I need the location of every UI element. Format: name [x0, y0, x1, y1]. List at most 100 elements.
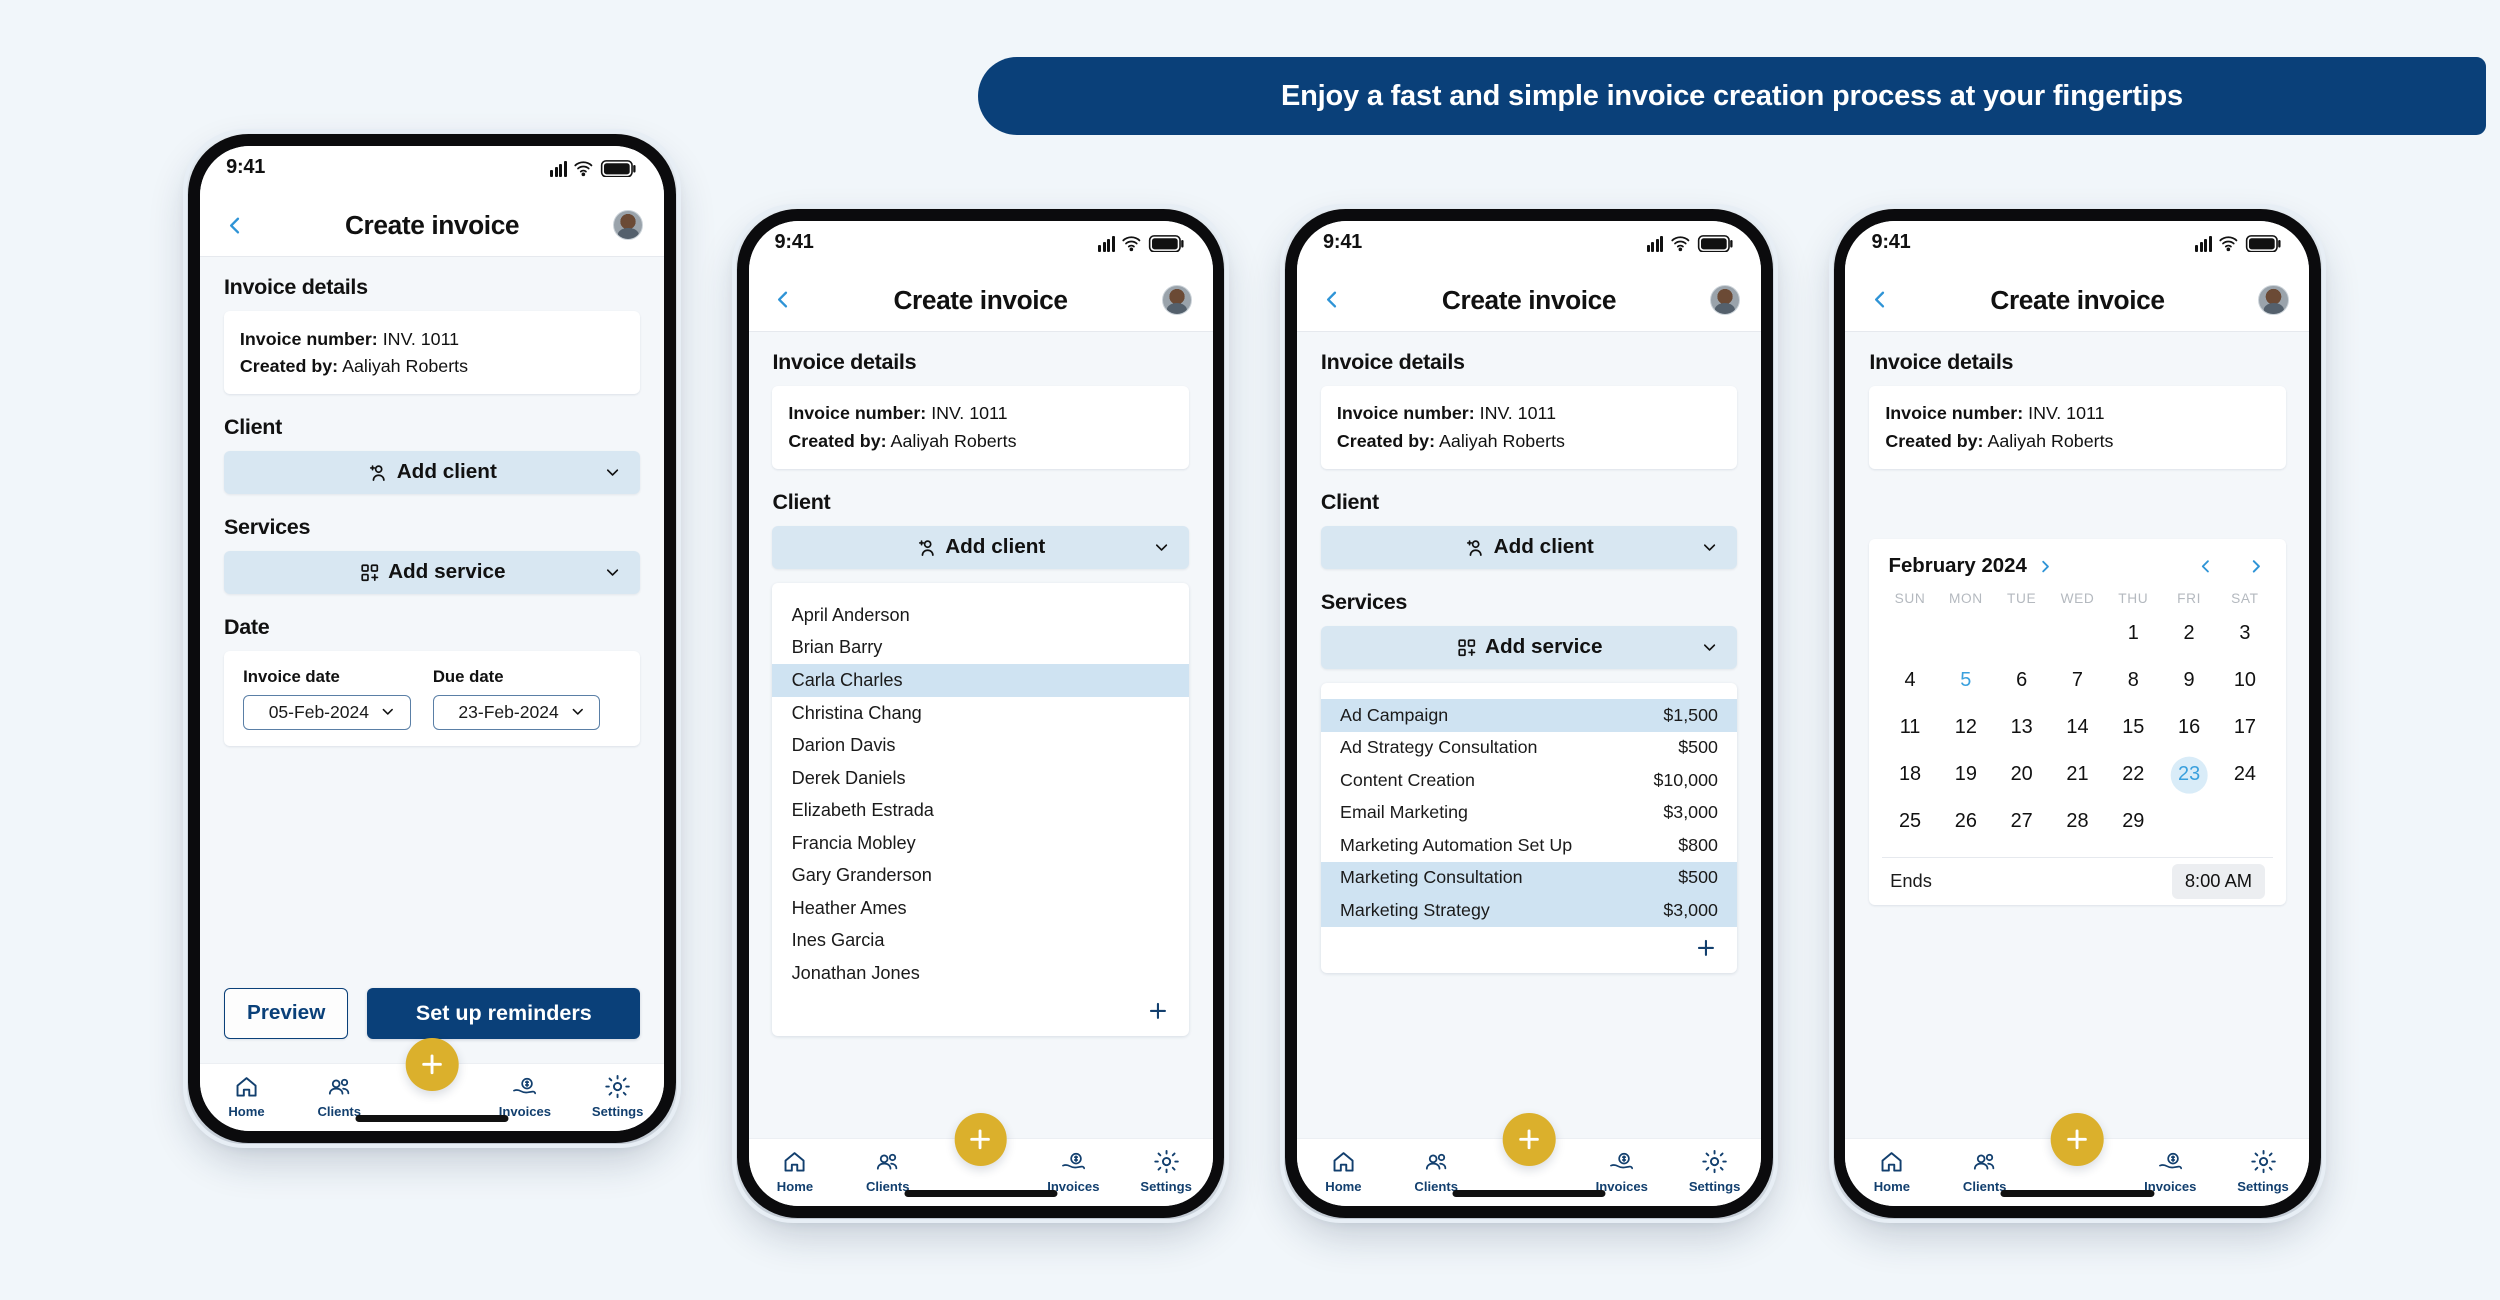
client-list-item[interactable]: Heather Ames: [772, 892, 1188, 925]
add-client-button[interactable]: Add client: [1320, 525, 1738, 569]
client-list-item[interactable]: Carla Charles: [772, 664, 1189, 697]
create-fab[interactable]: [2051, 1113, 2104, 1166]
ends-time-value[interactable]: 8:00 AM: [2172, 863, 2265, 899]
calendar-day[interactable]: 17: [2217, 709, 2273, 746]
service-list-item[interactable]: Marketing Automation Set Up $800: [1321, 829, 1737, 862]
avatar[interactable]: [613, 209, 644, 241]
back-button[interactable]: [1866, 286, 1893, 313]
tab-clients[interactable]: Clients: [1390, 1148, 1483, 1194]
preview-button[interactable]: Preview: [223, 987, 349, 1039]
calendar-day[interactable]: 27: [1994, 803, 2050, 840]
calendar-day[interactable]: 9: [2161, 662, 2217, 699]
tab-home[interactable]: Home: [749, 1148, 842, 1194]
chevron-down-icon[interactable]: [569, 703, 587, 721]
set-up-reminders-button[interactable]: Set up reminders: [367, 987, 641, 1039]
calendar-day[interactable]: 6: [1994, 662, 2050, 699]
calendar-day[interactable]: 24: [2217, 756, 2273, 793]
calendar-day[interactable]: 19: [1938, 756, 1994, 793]
tab-settings[interactable]: Settings: [1120, 1148, 1213, 1194]
due-date-select[interactable]: 23-Feb-2024: [432, 694, 601, 730]
add-client-button[interactable]: Add client: [772, 525, 1189, 569]
calendar-day[interactable]: 29: [2105, 803, 2161, 840]
tab-home[interactable]: Home: [200, 1073, 293, 1119]
calendar-day[interactable]: 16: [2161, 709, 2217, 746]
service-list-item[interactable]: Ad Strategy Consultation $500: [1321, 732, 1737, 765]
calendar-day[interactable]: 1: [2105, 615, 2161, 652]
calendar-day[interactable]: 14: [2050, 709, 2106, 746]
client-list-item[interactable]: Brian Barry: [772, 632, 1188, 665]
client-list-item[interactable]: April Anderson: [772, 599, 1188, 632]
client-list-item[interactable]: Elizabeth Estrada: [772, 794, 1188, 827]
client-list-item[interactable]: Francia Mobley: [772, 827, 1188, 860]
calendar-day[interactable]: 10: [2217, 662, 2273, 699]
create-fab[interactable]: [1502, 1113, 1556, 1166]
back-button[interactable]: [1318, 286, 1345, 313]
service-list-item[interactable]: Marketing Consultation $500: [1320, 861, 1738, 895]
chevron-down-icon[interactable]: [379, 703, 397, 721]
tab-invoices[interactable]: Invoices: [1575, 1148, 1668, 1194]
add-service-button[interactable]: Add service: [1320, 625, 1738, 669]
calendar-day[interactable]: 20: [1994, 756, 2050, 793]
calendar-day[interactable]: 18: [1882, 756, 1938, 793]
calendar-day[interactable]: 22: [2105, 756, 2161, 793]
service-list-item[interactable]: Ad Campaign $1,500: [1320, 699, 1738, 732]
calendar-month-button[interactable]: February 2024: [1889, 555, 2056, 578]
back-button[interactable]: [221, 212, 248, 239]
chevron-down-icon[interactable]: [1700, 538, 1719, 557]
calendar-day[interactable]: 26: [1938, 803, 1994, 840]
service-list-item[interactable]: Content Creation $10,000: [1321, 764, 1737, 797]
calendar-day[interactable]: 15: [2105, 709, 2161, 746]
calendar-day[interactable]: 13: [1994, 709, 2050, 746]
tab-settings[interactable]: Settings: [2217, 1148, 2310, 1194]
calendar-next-button[interactable]: [2246, 556, 2267, 577]
plus-icon[interactable]: [1694, 936, 1718, 960]
calendar-day[interactable]: 12: [1938, 709, 1994, 746]
chevron-down-icon[interactable]: [603, 463, 622, 482]
create-fab[interactable]: [405, 1038, 459, 1091]
tab-invoices[interactable]: Invoices: [2124, 1148, 2217, 1194]
calendar-day[interactable]: 4: [1882, 662, 1938, 699]
service-list-item[interactable]: Email Marketing $3,000: [1321, 797, 1737, 830]
avatar[interactable]: [2258, 284, 2289, 316]
tab-settings[interactable]: Settings: [1668, 1148, 1761, 1194]
calendar-day[interactable]: 2: [2161, 615, 2217, 652]
add-client-button[interactable]: Add client: [223, 450, 641, 494]
calendar-day[interactable]: 23: [2161, 756, 2217, 794]
calendar-day[interactable]: 11: [1882, 709, 1938, 746]
avatar[interactable]: [1161, 284, 1192, 316]
chevron-down-icon[interactable]: [1700, 638, 1719, 657]
calendar-day[interactable]: 28: [2050, 803, 2106, 840]
calendar-prev-button[interactable]: [2195, 556, 2216, 577]
client-list-item[interactable]: Darion Davis: [772, 729, 1188, 762]
tab-invoices[interactable]: Invoices: [1027, 1148, 1120, 1194]
avatar[interactable]: [1709, 284, 1741, 316]
calendar-day[interactable]: 7: [2050, 662, 2106, 699]
tab-settings[interactable]: Settings: [571, 1073, 664, 1119]
chevron-down-icon[interactable]: [603, 563, 622, 582]
calendar-day[interactable]: 21: [2050, 756, 2106, 793]
calendar-day[interactable]: 5: [1938, 662, 1994, 699]
client-list-item[interactable]: Christina Chang: [772, 697, 1188, 730]
back-button[interactable]: [769, 286, 796, 313]
create-fab[interactable]: [954, 1113, 1007, 1166]
tab-clients[interactable]: Clients: [841, 1148, 934, 1194]
chevron-right-icon[interactable]: [2036, 557, 2055, 576]
chevron-down-icon[interactable]: [1152, 538, 1171, 557]
client-list-item[interactable]: Derek Daniels: [772, 762, 1188, 795]
tab-clients[interactable]: Clients: [1938, 1148, 2031, 1194]
client-list-item[interactable]: Gary Granderson: [772, 859, 1188, 892]
tab-home[interactable]: Home: [1845, 1148, 1938, 1194]
plus-icon[interactable]: [1146, 999, 1170, 1023]
calendar-day[interactable]: 3: [2217, 615, 2273, 652]
calendar-day[interactable]: 25: [1882, 803, 1938, 840]
service-list-item[interactable]: Marketing Strategy $3,000: [1320, 894, 1738, 927]
calendar-day[interactable]: 8: [2105, 662, 2161, 699]
client-list-item[interactable]: Ines Garcia: [772, 924, 1188, 957]
add-service-button[interactable]: Add service: [223, 550, 641, 594]
ends-row[interactable]: Ends 8:00 AM: [1882, 856, 2273, 905]
tab-invoices[interactable]: Invoices: [478, 1073, 571, 1119]
tab-home[interactable]: Home: [1297, 1148, 1390, 1194]
client-list-item[interactable]: Jonathan Jones: [772, 957, 1188, 990]
invoice-date-select[interactable]: 05-Feb-2024: [243, 694, 411, 730]
tab-clients[interactable]: Clients: [293, 1073, 386, 1119]
